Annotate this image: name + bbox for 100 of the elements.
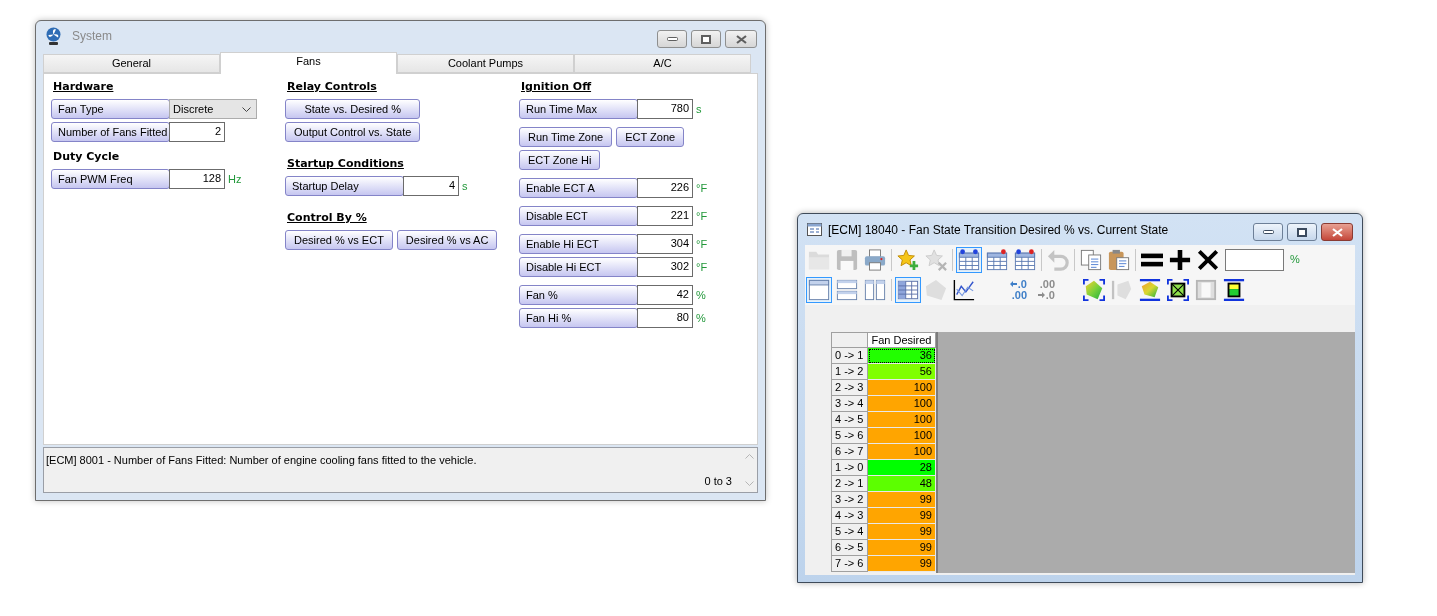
section-heading: Ignition Off xyxy=(521,79,592,95)
action-button[interactable]: Output Control vs. State xyxy=(285,122,421,142)
value-field[interactable]: 42 xyxy=(637,285,693,305)
toolbar-button[interactable] xyxy=(956,246,982,273)
unit-label: % xyxy=(1290,252,1300,268)
tab[interactable]: Coolant Pumps xyxy=(397,54,574,73)
value-field[interactable]: 128 xyxy=(169,169,225,189)
line-chart-icon xyxy=(953,278,975,301)
factor-input-field[interactable] xyxy=(1225,248,1284,271)
action-button[interactable]: State vs. Desired % xyxy=(285,99,421,119)
tab[interactable]: A/C xyxy=(574,54,751,73)
table-cell[interactable]: 48 xyxy=(868,476,936,492)
row-header[interactable]: 5 -> 4 xyxy=(831,524,868,540)
parameter-button[interactable]: Fan % xyxy=(519,285,638,305)
parameter-button[interactable]: Fan Hi % xyxy=(519,308,638,328)
row-header[interactable]: 3 -> 2 xyxy=(831,492,868,508)
value-field[interactable]: 4 xyxy=(403,176,459,196)
parameter-button[interactable]: Disable ECT xyxy=(519,206,638,226)
row-header[interactable]: 6 -> 5 xyxy=(831,540,868,556)
row-header[interactable]: 7 -> 6 xyxy=(831,556,868,572)
horizontal-split-icon xyxy=(836,278,858,301)
unit-label: °F xyxy=(696,259,708,275)
parameter-button[interactable]: Fan PWM Freq xyxy=(51,169,170,189)
row-header[interactable]: 5 -> 6 xyxy=(831,428,868,444)
window-icon xyxy=(807,223,822,236)
toolbar-button[interactable] xyxy=(1165,276,1191,303)
table-cell[interactable]: 56 xyxy=(868,364,936,380)
printer-icon xyxy=(864,248,886,271)
close-button[interactable] xyxy=(725,30,757,48)
undo-icon xyxy=(1047,248,1069,271)
table-cell[interactable]: 28 xyxy=(868,460,936,476)
action-button[interactable]: ECT Zone xyxy=(616,127,685,147)
row-header[interactable]: 1 -> 2 xyxy=(831,364,868,380)
table-cell[interactable]: 100 xyxy=(868,396,936,412)
maximize-button[interactable] xyxy=(1287,223,1317,241)
action-button[interactable]: Desired % vs ECT xyxy=(285,230,393,250)
value-field[interactable]: 302 xyxy=(637,257,693,277)
toolbar-button[interactable] xyxy=(1221,276,1247,303)
table-cell[interactable]: 99 xyxy=(868,540,936,556)
parameter-button[interactable]: Enable Hi ECT xyxy=(519,234,638,254)
row-header[interactable]: 3 -> 4 xyxy=(831,396,868,412)
tab[interactable]: Fans xyxy=(220,52,397,74)
plus-icon xyxy=(1169,248,1191,271)
table-cell[interactable]: 99 xyxy=(868,508,936,524)
table-cell[interactable]: 100 xyxy=(868,444,936,460)
arrow-left-icon xyxy=(1009,281,1017,287)
copy-icon xyxy=(1080,248,1102,271)
table-cell[interactable]: 100 xyxy=(868,380,936,396)
parameter-button[interactable]: Fan Type xyxy=(51,99,170,119)
action-button[interactable]: Run Time Zone xyxy=(519,127,613,147)
decimal-button[interactable]: .0 .00 xyxy=(1002,276,1028,303)
value-field[interactable]: 221 xyxy=(637,206,693,226)
parameter-button[interactable]: Enable ECT A xyxy=(519,178,638,198)
value-field[interactable]: 304 xyxy=(637,234,693,254)
maximize-icon xyxy=(701,34,711,44)
minimize-icon xyxy=(1262,230,1274,234)
row-header[interactable]: 4 -> 3 xyxy=(831,508,868,524)
value-field[interactable]: 2 xyxy=(169,122,225,142)
row-header[interactable]: 0 -> 1 xyxy=(831,348,868,364)
section-heading: Relay Controls xyxy=(287,79,377,95)
row-header[interactable]: 4 -> 5 xyxy=(831,412,868,428)
unit-label: s xyxy=(696,101,702,117)
pentagon-icon xyxy=(925,278,947,301)
parameter-button[interactable]: Disable Hi ECT xyxy=(519,257,638,277)
value-range: 0 to 3 xyxy=(704,473,732,489)
table-cell[interactable]: 100 xyxy=(868,428,936,444)
maximize-button[interactable] xyxy=(691,30,721,48)
arrow-right-icon xyxy=(1037,292,1045,298)
section-heading: Hardware xyxy=(53,79,114,95)
value-field[interactable]: 780 xyxy=(637,99,693,119)
unit-label: % xyxy=(696,287,706,303)
column-header[interactable]: Fan Desired xyxy=(868,332,936,348)
toolbar-button[interactable] xyxy=(1137,276,1163,303)
row-header[interactable]: 6 -> 7 xyxy=(831,444,868,460)
table-cell[interactable]: 99 xyxy=(868,556,936,572)
value-field[interactable]: 226 xyxy=(637,178,693,198)
minimize-button[interactable] xyxy=(1253,223,1283,241)
star-plus-icon xyxy=(897,248,919,271)
parameter-button[interactable]: Startup Delay xyxy=(285,176,404,196)
tab[interactable]: General xyxy=(43,54,220,73)
table-cell[interactable]: 100 xyxy=(868,412,936,428)
unit-label: % xyxy=(696,310,706,326)
minimize-button[interactable] xyxy=(657,30,687,48)
dropdown[interactable]: Discrete xyxy=(169,99,257,119)
action-button[interactable]: Desired % vs AC xyxy=(396,230,498,250)
row-header[interactable]: 2 -> 3 xyxy=(831,380,868,396)
row-header[interactable]: 1 -> 0 xyxy=(831,460,868,476)
row-header[interactable]: 2 -> 1 xyxy=(831,476,868,492)
multiply-icon xyxy=(1197,248,1219,271)
toolbar-button[interactable] xyxy=(1081,276,1107,303)
table-cell[interactable]: 99 xyxy=(868,524,936,540)
parameter-button[interactable]: Run Time Max xyxy=(519,99,638,119)
table-cell[interactable]: 36 xyxy=(868,348,936,364)
value-field[interactable]: 80 xyxy=(637,308,693,328)
table-cell[interactable]: 99 xyxy=(868,492,936,508)
action-button[interactable]: ECT Zone Hi xyxy=(519,150,601,170)
close-button[interactable] xyxy=(1321,223,1353,241)
bar-pentagon-icon xyxy=(1111,278,1133,301)
parameter-button[interactable]: Number of Fans Fitted xyxy=(51,122,170,142)
section-heading: Startup Conditions xyxy=(287,156,404,172)
